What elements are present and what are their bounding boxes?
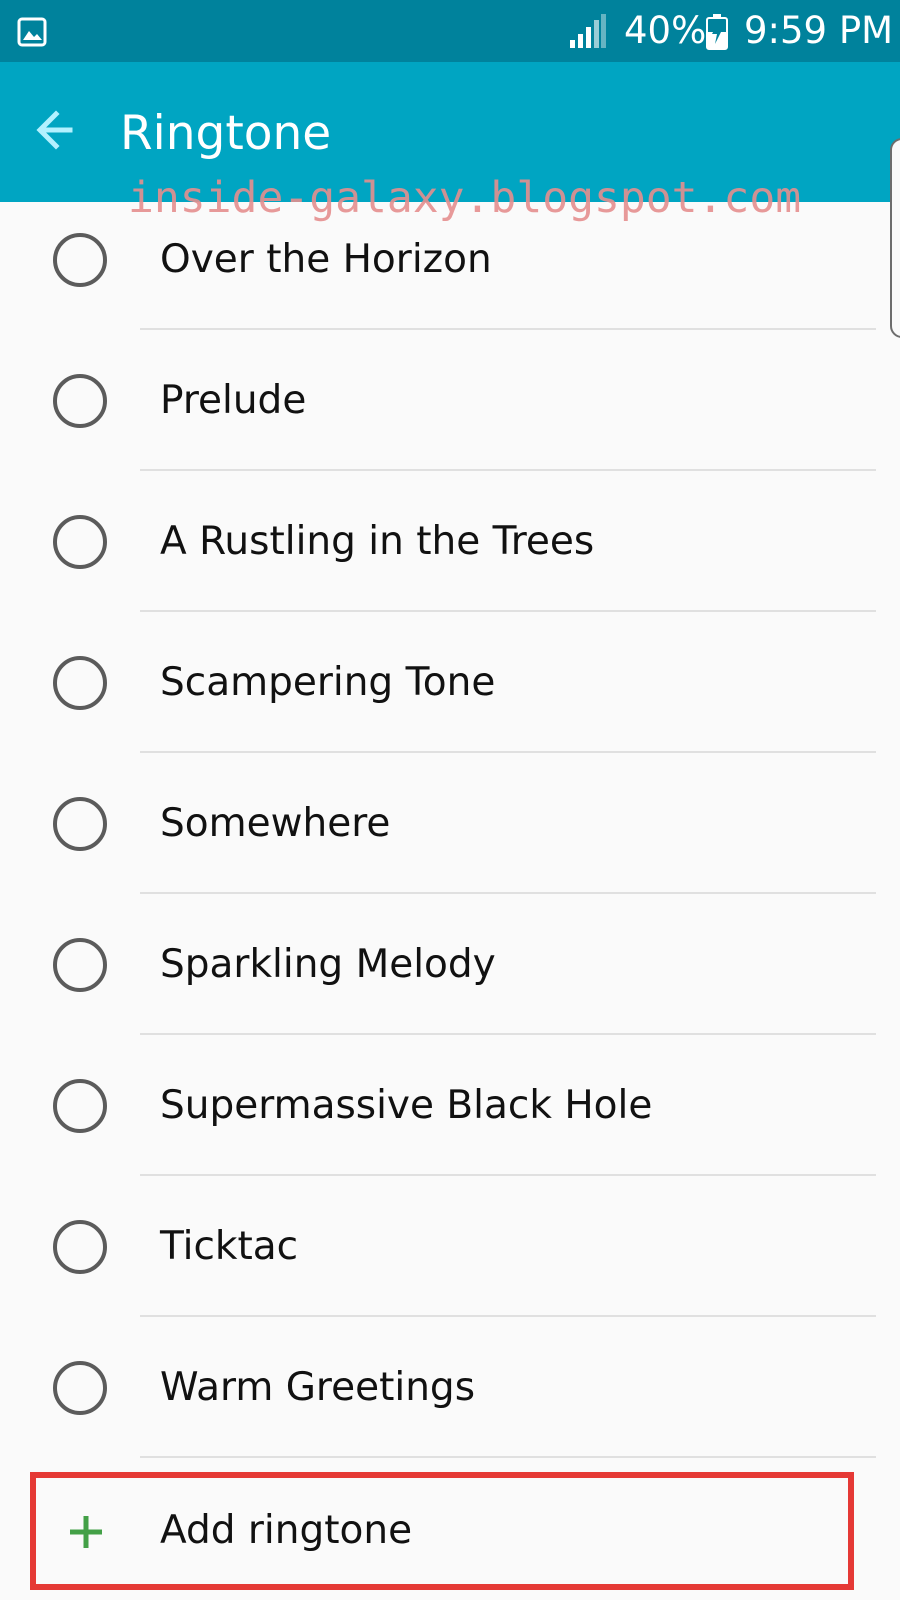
ringtone-label: Scampering Tone — [160, 660, 496, 705]
back-button[interactable] — [30, 102, 90, 158]
ringtone-item[interactable]: Warm Greetings — [0, 1317, 900, 1458]
ringtone-label: Prelude — [160, 378, 307, 423]
ringtone-label: Somewhere — [160, 801, 391, 846]
app-bar: Ringtone — [0, 62, 900, 202]
ringtone-label: A Rustling in the Trees — [160, 519, 595, 564]
radio-button[interactable] — [53, 1361, 107, 1415]
ringtone-item[interactable]: A Rustling in the Trees — [0, 471, 900, 612]
plus-icon — [70, 1516, 102, 1548]
ringtone-label: Sparkling Melody — [160, 942, 496, 987]
battery-charging-icon — [706, 14, 728, 50]
ringtone-item[interactable]: Somewhere — [0, 753, 900, 894]
ringtone-item[interactable]: Over the Horizon — [0, 189, 900, 330]
ringtone-item[interactable]: Sparkling Melody — [0, 894, 900, 1035]
gallery-icon — [17, 17, 47, 47]
ringtone-item[interactable]: Scampering Tone — [0, 612, 900, 753]
ringtone-item[interactable]: Prelude — [0, 330, 900, 471]
battery-percent: 40% — [624, 9, 707, 52]
radio-button[interactable] — [53, 656, 107, 710]
ringtone-list: Over the Horizon Prelude A Rustling in t… — [0, 189, 900, 1458]
signal-icon — [570, 14, 606, 48]
ringtone-label: Warm Greetings — [160, 1365, 476, 1410]
clock: 9:59 PM — [744, 9, 894, 52]
add-ringtone-button[interactable]: Add ringtone — [30, 1472, 854, 1590]
ringtone-item[interactable]: Ticktac — [0, 1176, 900, 1317]
status-bar: 40% 9:59 PM — [0, 0, 900, 62]
ringtone-label: Ticktac — [160, 1224, 299, 1269]
radio-button[interactable] — [53, 797, 107, 851]
ringtone-label: Supermassive Black Hole — [160, 1083, 653, 1128]
arrow-back-icon — [36, 110, 73, 150]
divider — [140, 1456, 876, 1458]
page-title: Ringtone — [120, 106, 332, 161]
add-ringtone-label: Add ringtone — [160, 1508, 413, 1553]
radio-button[interactable] — [53, 233, 107, 287]
ringtone-item[interactable]: Supermassive Black Hole — [0, 1035, 900, 1176]
radio-button[interactable] — [53, 1220, 107, 1274]
radio-button[interactable] — [53, 374, 107, 428]
radio-button[interactable] — [53, 938, 107, 992]
ringtone-label: Over the Horizon — [160, 237, 492, 282]
radio-button[interactable] — [53, 515, 107, 569]
radio-button[interactable] — [53, 1079, 107, 1133]
